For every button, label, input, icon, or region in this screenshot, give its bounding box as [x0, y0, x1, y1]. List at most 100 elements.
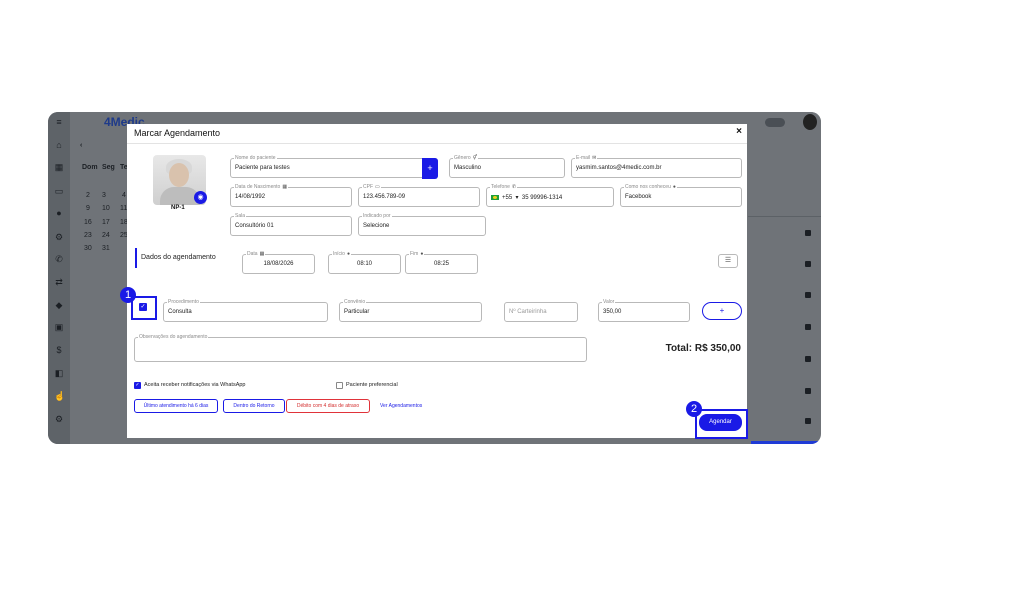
thumb-icon[interactable]: ☝ — [54, 391, 65, 401]
close-icon[interactable]: × — [736, 126, 742, 137]
total-amount: Total: R$ 350,00 — [665, 343, 741, 354]
field-label: Telefone — [491, 184, 510, 190]
car-icon[interactable]: ▭ — [54, 186, 64, 196]
return-period-chip[interactable]: Dentro do Retorno — [223, 399, 285, 413]
calendar-day[interactable]: 24 — [102, 232, 110, 239]
field-label: CPF — [363, 184, 373, 190]
settings-icon[interactable]: ⚙ — [54, 232, 64, 242]
gender-icon: ⚥ — [472, 155, 478, 161]
value-field[interactable]: Valor 350,00 — [598, 298, 690, 322]
whatsapp-checkbox[interactable]: ✓ — [134, 382, 141, 389]
field-value: Particular — [344, 309, 370, 315]
field-placeholder: Nº Carteirinha — [509, 309, 547, 315]
section-accent — [135, 248, 137, 268]
notes-textarea[interactable]: Observações do agendamento — [134, 333, 587, 362]
field-label: Como nos conheceu — [625, 184, 671, 190]
lock-icon — [805, 388, 811, 394]
calendar-check-icon[interactable]: ▣ — [54, 322, 64, 332]
box-icon[interactable]: ◧ — [54, 368, 64, 378]
gear-icon[interactable]: ⚙ — [54, 414, 64, 424]
field-value: Masculino — [454, 165, 482, 171]
lock-icon — [805, 292, 811, 298]
phone-field[interactable]: Telefone ✆ +55 ▾ 35 99996-1314 — [486, 183, 614, 207]
shuffle-icon[interactable]: ⇄ — [54, 277, 64, 287]
patient-name-field[interactable]: Nome do paciente Paciente para testes + — [230, 154, 438, 179]
date-field[interactable]: Data ▦ 18/08/2026 — [242, 250, 315, 274]
insurance-card-field[interactable]: Nº Carteirinha — [504, 302, 578, 322]
field-value: Selecione — [363, 223, 390, 229]
calendar-day[interactable]: 16 — [84, 219, 92, 226]
calendar-day[interactable]: 9 — [86, 205, 90, 212]
calendar-day[interactable]: 2 — [86, 192, 90, 199]
calendar-icon[interactable]: ▦ — [54, 162, 64, 172]
camera-icon[interactable]: ◉ — [194, 191, 207, 204]
field-label: Fim — [410, 251, 419, 257]
user-icon[interactable]: ● — [54, 208, 64, 218]
lock-icon — [805, 324, 811, 330]
user-avatar[interactable] — [803, 114, 817, 130]
dollar-icon[interactable]: $ — [54, 345, 64, 355]
calendar-day[interactable]: 30 — [84, 245, 92, 252]
app-sidebar: ≡ ⌂ ▦ ▭ ● ⚙ ✆ ⇄ ◆ ▣ $ ◧ ☝ ⚙ — [48, 112, 70, 444]
field-label: Nome do paciente — [234, 154, 277, 162]
debt-chip[interactable]: Débito com 4 dias de atraso — [286, 399, 370, 413]
calendar-prev-icon[interactable]: ‹ — [80, 142, 82, 149]
cpf-field[interactable]: CPF ▭ 123.456.789-09 — [358, 183, 480, 207]
id-card-icon: ▭ — [375, 184, 380, 190]
theme-toggle[interactable] — [765, 118, 785, 127]
mail-icon: ✉ — [592, 155, 597, 161]
divider — [127, 143, 747, 144]
clock-icon: ● — [346, 251, 350, 257]
calendar-day[interactable]: 4 — [122, 192, 126, 199]
referred-by-select[interactable]: Indicado por Selecione — [358, 212, 486, 236]
insurance-select[interactable]: Convênio Particular — [339, 298, 482, 322]
field-value: Paciente para testes — [235, 165, 290, 171]
field-label: Valor — [602, 298, 616, 306]
email-field[interactable]: E-mail ✉ yasmim.santos@4medic.com.br — [571, 154, 742, 178]
divider — [748, 216, 821, 217]
calendar-day[interactable]: 17 — [102, 219, 110, 226]
start-time-field[interactable]: Início ● 08:10 — [328, 250, 401, 274]
field-value: Consulta — [168, 309, 192, 315]
preferential-label: Paciente preferencial — [346, 382, 398, 388]
add-procedure-button[interactable]: + — [702, 302, 742, 320]
calendar-day[interactable]: 23 — [84, 232, 92, 239]
clock-icon: ● — [420, 251, 424, 257]
calendar-day[interactable]: 31 — [102, 245, 110, 252]
phone-icon[interactable]: ✆ — [54, 254, 64, 264]
whatsapp-label: Aceita receber notificações via WhatsApp — [144, 382, 246, 388]
lock-icon — [805, 230, 811, 236]
patient-code: NP-1 — [171, 205, 185, 211]
field-label: Início — [333, 251, 345, 257]
menu-icon[interactable]: ≡ — [54, 117, 64, 127]
list-view-button[interactable]: ☰ — [718, 254, 738, 268]
procedure-select[interactable]: Procedimento Consulta — [163, 298, 328, 322]
calendar-day[interactable]: 3 — [102, 192, 106, 199]
field-value: 14/08/1992 — [235, 194, 266, 200]
weekday-label: Dom — [82, 164, 98, 171]
last-visit-chip[interactable]: Último atendimento há 6 dias — [134, 399, 218, 413]
field-label: Observações do agendamento — [138, 333, 209, 341]
field-value: 08:10 — [356, 261, 372, 267]
gender-select[interactable]: Gênero ⚥ Masculino — [449, 154, 565, 178]
add-patient-button[interactable]: + — [422, 158, 438, 179]
preferential-checkbox[interactable] — [336, 382, 343, 389]
calendar-day[interactable]: 10 — [102, 205, 110, 212]
lock-icon — [805, 261, 811, 267]
info-icon: ● — [672, 184, 676, 190]
schedule-modal: Marcar Agendamento × ◉ NP-1 Nome do paci… — [127, 124, 747, 438]
birthdate-field[interactable]: Data de Nascimento ▦ 14/08/1992 — [230, 183, 352, 207]
bottom-accent-bar — [751, 441, 821, 444]
home-icon[interactable]: ⌂ — [54, 140, 64, 150]
field-label: Gênero — [454, 155, 471, 161]
end-time-field[interactable]: Fim ● 08:25 — [405, 250, 478, 274]
view-appointments-link[interactable]: Ver Agendamentos — [380, 403, 422, 409]
room-select[interactable]: Sala Consultório 01 — [230, 212, 352, 236]
field-label: E-mail — [576, 155, 591, 161]
weekday-label: Seg — [102, 164, 115, 171]
field-value: Consultório 01 — [235, 223, 274, 229]
lock-icon — [805, 418, 811, 424]
referral-source-select[interactable]: Como nos conheceu ● Facebook — [620, 183, 742, 207]
tag-icon[interactable]: ◆ — [54, 300, 64, 310]
total-value: R$ 350,00 — [694, 343, 741, 354]
